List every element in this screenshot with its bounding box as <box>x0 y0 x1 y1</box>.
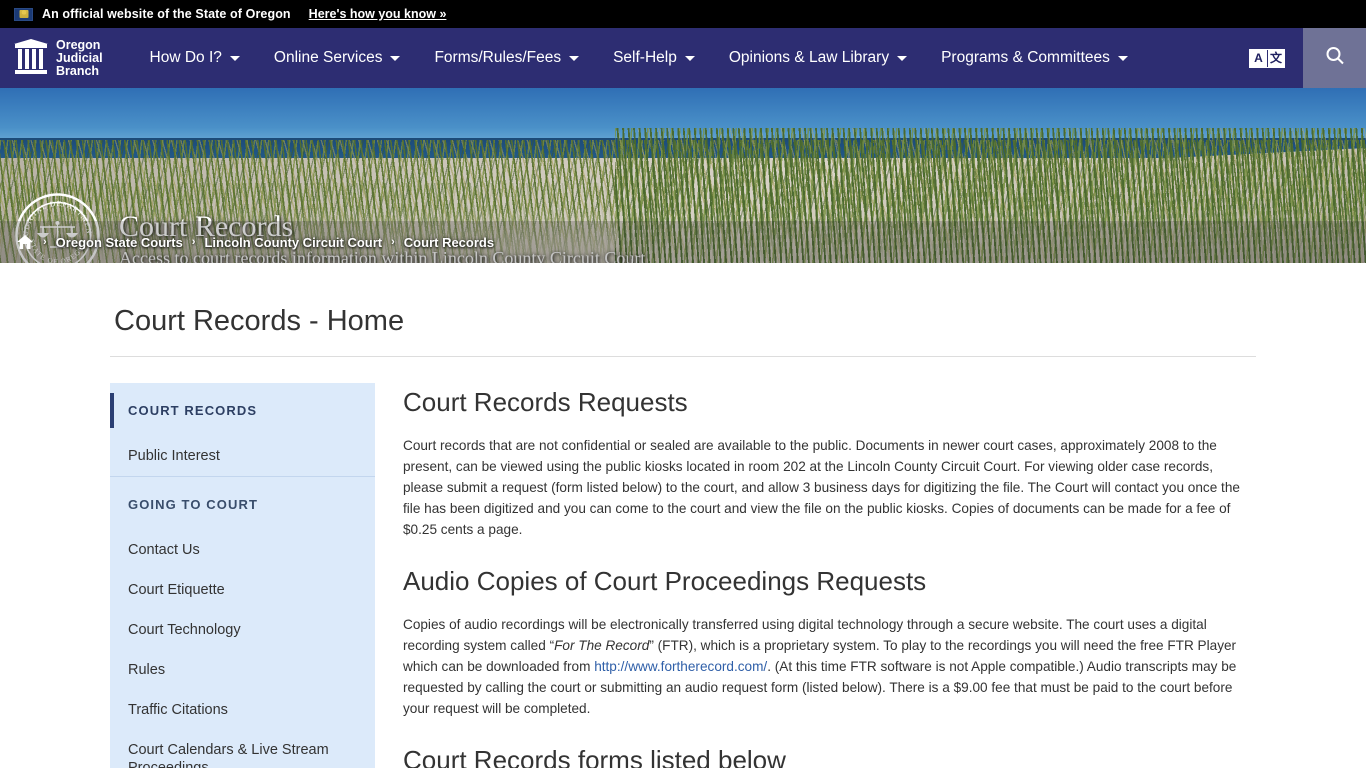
nav-item-online-services[interactable]: Online Services <box>257 28 418 88</box>
section-heading-forms-listed-below: Court Records forms listed below <box>403 745 786 768</box>
brand-label: Oregon Judicial Branch <box>56 37 103 78</box>
page-body: Court Records - Home COURT RECORDS Publi… <box>0 263 1366 768</box>
search-button[interactable] <box>1303 28 1366 88</box>
chevron-down-icon <box>229 55 240 61</box>
sidebar-item-rules[interactable]: Rules <box>110 650 375 690</box>
translate-icon[interactable]: A 文 <box>1249 48 1285 68</box>
nav-item-self-help[interactable]: Self-Help <box>596 28 712 88</box>
oregon-judicial-branch-logo[interactable]: Oregon Judicial Branch <box>0 37 121 78</box>
nav-utilities: A 文 <box>1249 28 1366 88</box>
nav-item-label: Opinions & Law Library <box>728 49 890 66</box>
section-heading-audio-copies: Audio Copies of Court Proceedings Reques… <box>403 566 927 596</box>
breadcrumb-item-oregon-state-courts[interactable]: Oregon State Courts <box>56 235 183 250</box>
breadcrumb-separator: › <box>391 236 395 248</box>
home-icon[interactable] <box>16 234 34 250</box>
chevron-down-icon <box>684 55 695 61</box>
sidebar-item-court-calendars-live-stream-proceedings[interactable]: Court Calendars & Live Stream Proceeding… <box>110 730 375 768</box>
sidebar-heading-going-to-court[interactable]: GOING TO COURT <box>110 477 375 530</box>
official-state-banner: An official website of the State of Oreg… <box>0 0 1366 28</box>
sidebar-item-contact-us[interactable]: Contact Us <box>110 530 375 570</box>
nav-menu: How Do I? Online Services Forms/Rules/Fe… <box>133 28 1145 88</box>
sidebar-group-court-records: COURT RECORDS Public Interest <box>110 383 375 476</box>
translate-latin-glyph: A <box>1250 49 1267 67</box>
for-the-record-italic: For The Record <box>554 638 650 653</box>
nav-item-label: How Do I? <box>149 49 222 66</box>
breadcrumb-item-lincoln-county-circuit-court[interactable]: Lincoln County Circuit Court <box>204 235 382 250</box>
nav-item-programs-committees[interactable]: Programs & Committees <box>924 28 1145 88</box>
sidebar-item-court-etiquette[interactable]: Court Etiquette <box>110 570 375 610</box>
sidebar-item-traffic-citations[interactable]: Traffic Citations <box>110 690 375 730</box>
breadcrumb-separator: › <box>43 236 47 248</box>
oregon-flag-icon <box>14 7 33 21</box>
hero-banner: JUDICIAL DEPARTMENT STATE OF OREGON Cour… <box>0 88 1366 263</box>
search-icon <box>1323 44 1347 73</box>
sidebar-group-going-to-court: GOING TO COURT Contact Us Court Etiquett… <box>110 476 375 768</box>
translate-cjk-glyph: 文 <box>1267 49 1284 67</box>
chevron-down-icon <box>897 55 908 61</box>
sidebar-navigation: COURT RECORDS Public Interest GOING TO C… <box>110 383 375 768</box>
section-body-court-records-requests: Court records that are not confidential … <box>403 438 1240 537</box>
chevron-down-icon <box>1117 55 1128 61</box>
breadcrumb: › Oregon State Courts › Lincoln County C… <box>0 221 1366 263</box>
nav-item-label: Self-Help <box>613 49 677 66</box>
breadcrumb-separator: › <box>191 236 196 248</box>
nav-item-label: Forms/Rules/Fees <box>434 49 562 66</box>
sidebar-item-court-technology[interactable]: Court Technology <box>110 610 375 650</box>
heres-how-you-know-link[interactable]: Here's how you know » <box>309 7 447 21</box>
nav-item-forms-rules-fees[interactable]: Forms/Rules/Fees <box>417 28 596 88</box>
section-body-audio-copies: Copies of audio recordings will be elect… <box>403 614 1250 719</box>
breadcrumb-item-court-records: Court Records <box>403 234 495 250</box>
section-heading-court-records-requests: Court Records Requests <box>403 387 688 417</box>
official-state-banner-text: An official website of the State of Oreg… <box>42 7 291 21</box>
page-title: Court Records - Home <box>110 263 1256 357</box>
main-article: Court Records Requests Court records tha… <box>403 383 1256 768</box>
sidebar-heading-court-records[interactable]: COURT RECORDS <box>110 383 375 436</box>
fortherecord-link[interactable]: http://www.fortherecord.com/ <box>594 659 767 674</box>
sidebar-item-public-interest[interactable]: Public Interest <box>110 436 375 476</box>
main-navigation-bar: Oregon Judicial Branch How Do I? Online … <box>0 28 1366 88</box>
courthouse-column-icon <box>14 39 48 77</box>
nav-item-label: Online Services <box>273 49 383 66</box>
nav-item-opinions-law-library[interactable]: Opinions & Law Library <box>712 28 924 88</box>
chevron-down-icon <box>390 55 401 61</box>
nav-item-how-do-i[interactable]: How Do I? <box>133 28 257 88</box>
chevron-down-icon <box>569 55 580 61</box>
nav-item-label: Programs & Committees <box>941 49 1110 66</box>
